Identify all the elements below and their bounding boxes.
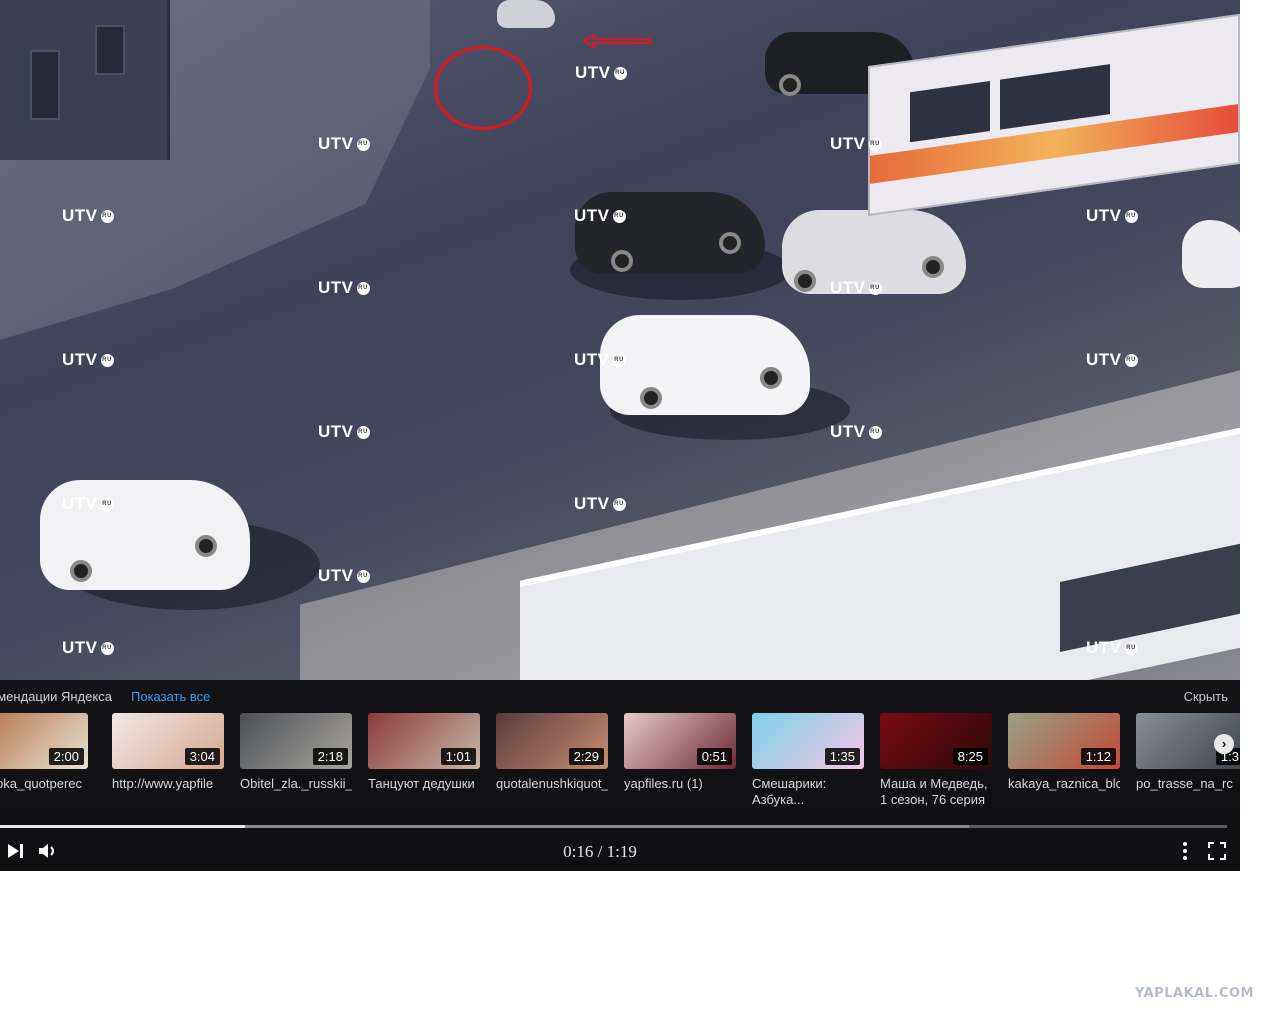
duration-badge: 2:00 bbox=[48, 748, 84, 765]
recommendation-title[interactable]: pka_quotperec bbox=[0, 776, 88, 792]
duration-badge: 1:01 bbox=[440, 748, 476, 765]
bus bbox=[868, 13, 1240, 217]
fullscreen-icon[interactable] bbox=[1206, 840, 1228, 862]
utv-watermark: UTV RU bbox=[830, 134, 882, 153]
dark-car bbox=[575, 192, 765, 274]
white-car bbox=[497, 0, 555, 28]
utv-watermark: UTV RU bbox=[1086, 350, 1138, 369]
recommendation-title[interactable]: Obitel_zla._russkii_ bbox=[240, 776, 352, 792]
utv-watermark: UTV RU bbox=[62, 638, 114, 657]
recommendation-thumbnail[interactable]: 0:51 bbox=[624, 713, 736, 769]
recommendation-title[interactable]: po_trasse_na_rc bbox=[1136, 776, 1240, 792]
recommendations-title: омендации Яндекса bbox=[0, 689, 112, 704]
utv-watermark: UTV RU bbox=[318, 566, 370, 585]
progress-bar[interactable] bbox=[0, 825, 1227, 828]
utv-watermark: UTV RU bbox=[830, 278, 882, 297]
utv-watermark: UTV RU bbox=[318, 422, 370, 441]
duration-badge: 2:29 bbox=[568, 748, 604, 765]
duration-badge: 0:51 bbox=[696, 748, 732, 765]
utv-watermark: UTV RU bbox=[574, 206, 626, 225]
recommendation-thumbnail[interactable]: 8:25 bbox=[880, 713, 992, 769]
utv-watermark: UTV RU bbox=[318, 278, 370, 297]
more-vert-icon[interactable] bbox=[1174, 840, 1196, 862]
utv-watermark: UTV RU bbox=[575, 63, 627, 82]
duration-badge: 2:18 bbox=[312, 748, 348, 765]
building bbox=[0, 0, 170, 160]
annotation-arrow bbox=[582, 34, 651, 48]
utv-watermark: UTV RU bbox=[830, 422, 882, 441]
recommendation-title[interactable]: http://www.yapfile bbox=[112, 776, 224, 792]
recommendation-thumbnail[interactable]: 3:04 bbox=[112, 713, 224, 769]
recommendation-thumbnail[interactable]: 1:12 bbox=[1008, 713, 1120, 769]
video-frame[interactable]: UTV RU UTV RU UTV RU UTV RU UTV RU UTV RU UTV RU UTV RU… bbox=[0, 0, 1240, 680]
chevron-right-icon[interactable]: › bbox=[1214, 734, 1234, 754]
recommendation-thumbnail[interactable]: 2:29 bbox=[496, 713, 608, 769]
duration-badge: 8:25 bbox=[952, 748, 988, 765]
duration-badge: 3:04 bbox=[184, 748, 220, 765]
highlight-circle bbox=[434, 46, 532, 130]
duration-badge: 1:12 bbox=[1080, 748, 1116, 765]
recommendation-title[interactable]: Смешарики: Азбука... bbox=[752, 776, 864, 808]
recommendation-thumbnail[interactable]: 2:00 bbox=[0, 713, 88, 769]
recommendation-title[interactable]: quotalenushkiquot_ bbox=[496, 776, 608, 792]
white-car bbox=[1182, 220, 1240, 288]
player-controls: 0:16 / 1:19 bbox=[0, 840, 1240, 862]
show-all-link[interactable]: Показать все bbox=[131, 689, 210, 704]
recommendations-panel: омендации Яндекса Показать все Скрыть 2:… bbox=[0, 680, 1240, 871]
white-car bbox=[600, 315, 810, 415]
utv-watermark: UTV RU bbox=[1086, 638, 1138, 657]
recommendation-title[interactable]: yapfiles.ru (1) bbox=[624, 776, 736, 792]
utv-watermark: UTV RU bbox=[62, 494, 114, 513]
utv-watermark: UTV RU bbox=[574, 494, 626, 513]
time-display: 0:16 / 1:19 bbox=[563, 842, 637, 861]
recommendation-title[interactable]: Танцуют дедушки bbox=[368, 776, 480, 792]
duration-badge: 1:35 bbox=[824, 748, 860, 765]
utv-watermark: UTV RU bbox=[1086, 206, 1138, 225]
utv-watermark: UTV RU bbox=[574, 350, 626, 369]
recommendation-thumbnail[interactable]: 1:35 bbox=[752, 713, 864, 769]
recommendation-thumbnail[interactable]: 2:18 bbox=[240, 713, 352, 769]
recommendation-thumbnail[interactable]: 1:01 bbox=[368, 713, 480, 769]
site-watermark: YAPLAKAL.COM bbox=[1135, 986, 1254, 1001]
utv-watermark: UTV RU bbox=[62, 206, 114, 225]
recommendation-title[interactable]: Маша и Медведь, 1 сезон, 76 серия bbox=[880, 776, 992, 808]
recommendation-title[interactable]: kakaya_raznica_blc bbox=[1008, 776, 1120, 792]
hide-button[interactable]: Скрыть bbox=[1184, 689, 1228, 704]
utv-watermark: UTV RU bbox=[62, 350, 114, 369]
utv-watermark: UTV RU bbox=[318, 134, 370, 153]
video-player[interactable]: UTV RU UTV RU UTV RU UTV RU UTV RU UTV RU UTV RU UTV RU… bbox=[0, 0, 1240, 871]
played-bar bbox=[0, 825, 246, 828]
